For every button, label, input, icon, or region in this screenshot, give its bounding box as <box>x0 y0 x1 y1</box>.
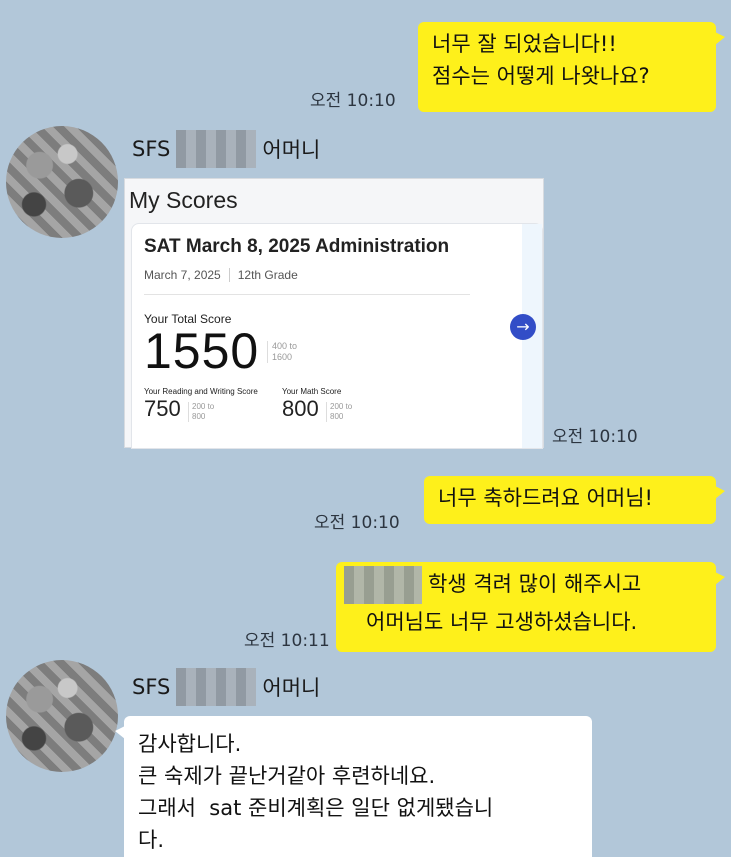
math-score: 800 <box>282 396 319 421</box>
math-range-line2: 800 <box>330 412 344 421</box>
score-screenshot-image[interactable]: My Scores SAT March 8, 2025 Administrati… <box>124 178 544 449</box>
blurred-name <box>176 130 257 168</box>
math-score-range: 200 to 800 <box>326 402 352 422</box>
sender-name-suffix: 어머니 <box>262 138 321 162</box>
sender-avatar[interactable] <box>6 660 118 772</box>
score-card: SAT March 8, 2025 Administration March 7… <box>131 223 543 449</box>
message-line: 학생 격려 많이 해주시고 <box>428 572 642 596</box>
sender-name: SFS 어머니 <box>132 668 320 706</box>
rw-range-line1: 200 to <box>192 402 215 411</box>
divider <box>144 294 470 295</box>
sender-name-prefix: SFS <box>132 675 171 699</box>
arrow-right-icon[interactable]: → <box>510 314 536 340</box>
blurred-name <box>344 566 422 604</box>
sender-name: SFS 어머니 <box>132 130 320 168</box>
test-meta: March 7, 2025 12th Grade <box>144 268 298 282</box>
their-message-bubble[interactable]: 감사합니다. 큰 숙제가 끝난거같아 후련하네요. 그래서 sat 준비계획은 … <box>115 716 592 857</box>
blurred-name <box>176 668 257 706</box>
grade-level: 12th Grade <box>237 268 298 282</box>
math-score-label: Your Math Score <box>282 387 342 396</box>
rw-range-line2: 800 <box>192 412 206 421</box>
sender-name-suffix: 어머니 <box>262 676 321 700</box>
sender-name-prefix: SFS <box>132 137 171 161</box>
my-message-bubble[interactable]: 너무 축하드려요 어머님! <box>424 476 725 524</box>
math-range-line1: 200 to <box>330 402 353 411</box>
test-date: March 7, 2025 <box>144 268 221 282</box>
sender-avatar[interactable] <box>6 126 118 238</box>
my-message-bubble[interactable]: 학생 격려 많이 해주시고 어머님도 너무 고생하셨습니다. <box>336 562 725 652</box>
total-score-range: 400 to 1600 <box>267 341 297 363</box>
meta-divider <box>228 268 230 282</box>
message-time: 오전 10:11 <box>244 631 330 651</box>
administration-title: SAT March 8, 2025 Administration <box>144 236 450 257</box>
rw-score-label: Your Reading and Writing Score <box>144 387 258 396</box>
message-time: 오전 10:10 <box>310 91 396 111</box>
message-time: 오전 10:10 <box>314 513 400 533</box>
rw-score-range: 200 to 800 <box>188 402 214 422</box>
total-range-line2: 1600 <box>272 352 293 362</box>
message-line: 어머님도 너무 고생하셨습니다. <box>366 610 638 634</box>
total-range-line1: 400 to <box>272 341 298 351</box>
total-score: 1550 <box>144 323 260 379</box>
my-message-bubble[interactable]: 너무 잘 되었습니다!! 점수는 어떻게 나왓나요? <box>418 22 725 112</box>
rw-score: 750 <box>144 396 181 421</box>
my-scores-heading: My Scores <box>129 187 238 213</box>
message-time: 오전 10:10 <box>552 427 638 447</box>
